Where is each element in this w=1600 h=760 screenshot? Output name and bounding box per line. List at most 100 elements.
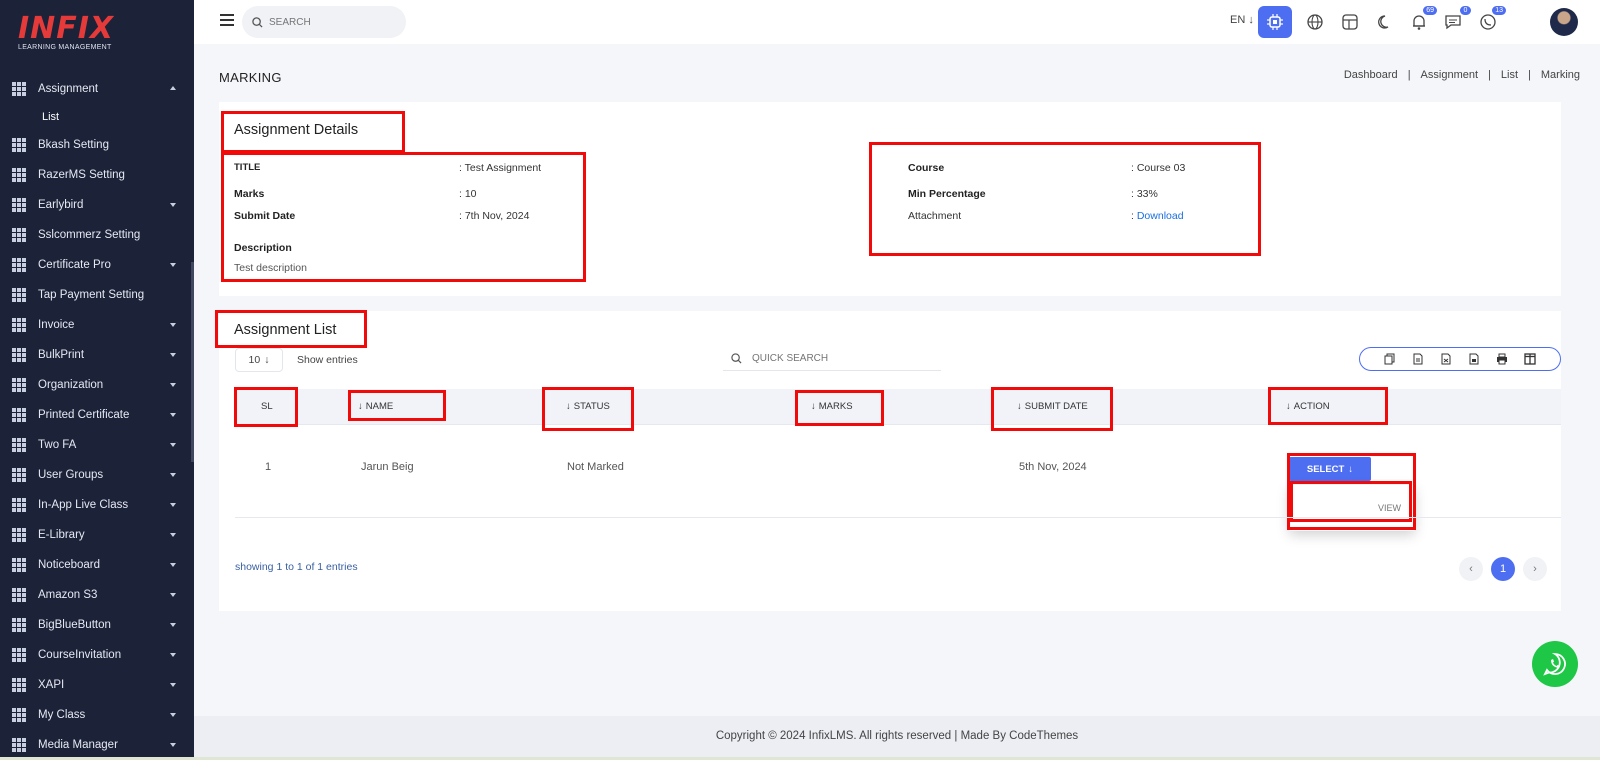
- sidebar-item-courseinvitation[interactable]: CourseInvitation: [0, 640, 194, 670]
- globe-icon[interactable]: [1304, 11, 1326, 33]
- sidebar-item-amazon-s3[interactable]: Amazon S3: [0, 580, 194, 610]
- logo[interactable]: INFIX LEARNING MANAGEMENT: [0, 0, 194, 66]
- excel-icon[interactable]: [1438, 352, 1454, 366]
- columns-icon[interactable]: [1522, 352, 1538, 366]
- caret-down-icon[interactable]: [170, 383, 176, 387]
- sidebar-item-e-library[interactable]: E-Library: [0, 520, 194, 550]
- caret-down-icon[interactable]: [170, 473, 176, 477]
- arrow-down-icon: ↓: [358, 401, 363, 412]
- caret-down-icon[interactable]: [170, 263, 176, 267]
- sidebar-item-xapi[interactable]: XAPI: [0, 670, 194, 700]
- breadcrumb-dashboard[interactable]: Dashboard: [1344, 69, 1398, 81]
- action-dropdown: VIEW: [1289, 485, 1415, 531]
- next-page-icon[interactable]: ›: [1523, 557, 1547, 581]
- sidebar-item-printed-certificate[interactable]: Printed Certificate: [0, 400, 194, 430]
- sidebar-item-two-fa[interactable]: Two FA: [0, 430, 194, 460]
- sidebar-item-organization[interactable]: Organization: [0, 370, 194, 400]
- download-link[interactable]: Download: [1137, 210, 1184, 222]
- sidebar-item-certificate-pro[interactable]: Certificate Pro: [0, 250, 194, 280]
- avatar[interactable]: [1550, 8, 1578, 36]
- cpu-icon[interactable]: [1258, 6, 1292, 38]
- sidebar-item-label: XAPI: [38, 679, 65, 691]
- print-icon[interactable]: [1494, 352, 1510, 366]
- submit-date-label: Submit Date: [234, 210, 296, 222]
- sidebar-item-label: My Class: [38, 709, 86, 721]
- column-submit-date[interactable]: ↓ SUBMIT DATE: [1017, 401, 1088, 412]
- sidebar-item-assignment[interactable]: Assignment: [0, 74, 194, 104]
- arrow-down-icon: ↓: [811, 401, 816, 412]
- table-header: [235, 389, 1561, 425]
- sidebar-item-media-manager[interactable]: Media Manager: [0, 730, 194, 760]
- sidebar-item-in-app-live-class[interactable]: In-App Live Class: [0, 490, 194, 520]
- quick-search-input[interactable]: [752, 353, 932, 364]
- sidebar-item-my-class[interactable]: My Class: [0, 700, 194, 730]
- sidebar-item-bulkprint[interactable]: BulkPrint: [0, 340, 194, 370]
- search-input[interactable]: [269, 16, 399, 28]
- caret-down-icon[interactable]: [170, 353, 176, 357]
- column-marks[interactable]: ↓ MARKS: [811, 401, 853, 412]
- entries-select[interactable]: 10 ↓: [235, 348, 283, 372]
- whatsapp-icon[interactable]: [1532, 641, 1578, 687]
- grid-icon: [12, 708, 26, 722]
- brand-name: INFIX: [18, 11, 115, 46]
- sidebar-item-bkash-setting[interactable]: Bkash Setting: [0, 130, 194, 160]
- language-selector[interactable]: EN ↓: [1230, 14, 1254, 26]
- sidebar-item-bigbluebutton[interactable]: BigBlueButton: [0, 610, 194, 640]
- bell-icon[interactable]: 69: [1408, 5, 1438, 33]
- sidebar-item-invoice[interactable]: Invoice: [0, 310, 194, 340]
- caret-down-icon[interactable]: [170, 203, 176, 207]
- sidebar-item-user-groups[interactable]: User Groups: [0, 460, 194, 490]
- menu-toggle-icon[interactable]: [220, 14, 234, 26]
- arrow-down-icon: ↓: [1017, 401, 1022, 412]
- pdf-icon[interactable]: [1466, 352, 1482, 366]
- column-status[interactable]: ↓ STATUS: [566, 401, 610, 412]
- select-button[interactable]: SELECT ↓: [1289, 457, 1371, 481]
- sidebar-item-label: Organization: [38, 379, 104, 391]
- caret-down-icon[interactable]: [170, 683, 176, 687]
- search-box[interactable]: [242, 6, 406, 38]
- cell-name: Jarun Beig: [361, 461, 414, 473]
- caret-down-icon[interactable]: [170, 503, 176, 507]
- topbar: EN ↓ 69 0 13: [194, 0, 1600, 44]
- sidebar-item-sslcommerz-setting[interactable]: Sslcommerz Setting: [0, 220, 194, 250]
- sidebar-scrollbar[interactable]: [191, 262, 194, 462]
- caret-down-icon[interactable]: [170, 443, 176, 447]
- caret-down-icon[interactable]: [170, 623, 176, 627]
- grid-icon: [12, 528, 26, 542]
- caret-down-icon[interactable]: [170, 413, 176, 417]
- copy-icon[interactable]: [1382, 352, 1398, 366]
- caret-down-icon[interactable]: [170, 653, 176, 657]
- layout-icon[interactable]: [1339, 11, 1361, 33]
- sidebar-item-noticeboard[interactable]: Noticeboard: [0, 550, 194, 580]
- sidebar: INFIX LEARNING MANAGEMENT Assignment List…: [0, 0, 194, 760]
- csv-icon[interactable]: [1410, 352, 1426, 366]
- breadcrumb-list[interactable]: List: [1501, 69, 1518, 81]
- page-title: MARKING: [219, 70, 282, 85]
- grid-icon: [12, 82, 26, 96]
- column-sl[interactable]: SL: [261, 401, 273, 412]
- caret-down-icon[interactable]: [170, 533, 176, 537]
- assignment-list-card: Assignment List 10↓ Show entries SL ↓NAM…: [215, 310, 1561, 611]
- caret-down-icon[interactable]: [170, 323, 176, 327]
- sidebar-item-tap-payment-setting[interactable]: Tap Payment Setting: [0, 280, 194, 310]
- sidebar-item-razerms-setting[interactable]: RazerMS Setting: [0, 160, 194, 190]
- sidebar-subitem-list[interactable]: List: [0, 104, 194, 130]
- view-option[interactable]: VIEW: [1378, 503, 1401, 513]
- breadcrumb-assignment[interactable]: Assignment: [1421, 69, 1478, 81]
- moon-icon[interactable]: [1374, 11, 1396, 33]
- message-icon[interactable]: 0: [1442, 5, 1472, 33]
- sidebar-item-earlybird[interactable]: Earlybird: [0, 190, 194, 220]
- column-name-label: NAME: [365, 401, 394, 412]
- caret-down-icon[interactable]: [170, 593, 176, 597]
- caret-up-icon[interactable]: [170, 86, 176, 90]
- caret-down-icon[interactable]: [170, 563, 176, 567]
- quick-search[interactable]: [723, 347, 941, 371]
- caret-down-icon[interactable]: [170, 743, 176, 747]
- column-action[interactable]: ↓ ACTION: [1286, 401, 1330, 412]
- caret-down-icon[interactable]: [170, 713, 176, 717]
- whatsapp-chat-icon[interactable]: 13: [1477, 5, 1507, 33]
- attachment-value: : Download: [1131, 210, 1184, 222]
- prev-page-icon[interactable]: ‹: [1459, 557, 1483, 581]
- column-name[interactable]: ↓ NAME: [358, 401, 393, 412]
- page-1-button[interactable]: 1: [1491, 557, 1515, 581]
